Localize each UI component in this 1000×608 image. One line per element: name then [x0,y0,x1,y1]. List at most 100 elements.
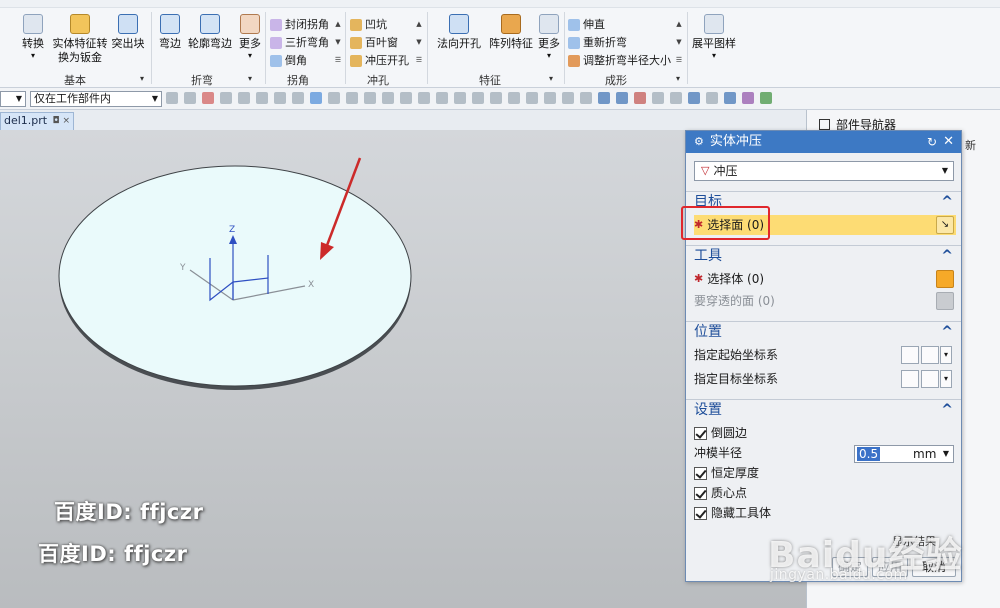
view-icon[interactable] [670,92,682,104]
snap-icon[interactable] [400,92,412,104]
csys-inferred-icon[interactable] [921,346,939,364]
view-icon[interactable] [760,92,772,104]
snap-icon[interactable] [436,92,448,104]
snap-icon[interactable] [220,92,232,104]
more-bend-button[interactable]: 更多 ▾ [236,14,264,61]
chamfer-item[interactable]: 倒角 [270,52,329,70]
constant-thickness-row[interactable]: 恒定厚度 [694,463,956,483]
centroid-row[interactable]: 质心点 [694,483,956,503]
snap-icon[interactable] [328,92,340,104]
form-scroll-up-icon[interactable]: ▲ [673,16,685,32]
unit-dropdown-icon[interactable]: ▼ [943,446,949,462]
constant-thickness-checkbox[interactable] [694,466,707,480]
hide-tool-row[interactable]: 隐藏工具体 [694,503,956,523]
corner-expand-icon[interactable]: ☰ [332,52,344,68]
snap-icon[interactable] [472,92,484,104]
more-feature-button[interactable]: 更多 ▾ [536,14,562,61]
punch-expand-icon[interactable]: ☰ [413,52,425,68]
snap-icon[interactable] [490,92,502,104]
solid-to-sheet-metal-button[interactable]: 实体特征转 换为钣金 [50,14,110,65]
snap-icon[interactable] [508,92,520,104]
collapse-chevron-icon[interactable]: ^ [941,246,953,266]
snap-icon[interactable] [346,92,358,104]
round-edges-row[interactable]: 倒圆边 [694,423,956,443]
die-radius-input[interactable]: 0.5 mm ▼ [854,445,954,463]
collapse-chevron-icon[interactable]: ^ [941,400,953,420]
close-icon[interactable]: ✕ [943,131,954,153]
tool-section-header[interactable]: 工具 ^ [686,245,961,265]
form-expand-icon[interactable]: ☰ [673,52,685,68]
closed-corner-item[interactable]: 封闭拐角 [270,16,329,34]
view-icon[interactable] [634,92,646,104]
extruded-tab-button[interactable]: 突出块 [108,14,148,51]
snap-icon[interactable] [454,92,466,104]
select-body-row[interactable]: ✱ 选择体 (0) [694,269,956,289]
view-icon[interactable] [616,92,628,104]
document-tab[interactable]: del1.prt ◘ × [0,112,74,130]
pierce-face-row[interactable]: 要穿透的面 (0) [694,291,956,311]
snap-icon[interactable] [382,92,394,104]
convert-button[interactable]: 转换 ▾ [18,14,48,61]
csys-dialog-icon[interactable] [901,346,919,364]
corner-scroll-down-icon[interactable]: ▼ [332,34,344,50]
punch-type-select[interactable]: ▽ 冲压 ▼ [694,161,954,181]
centroid-checkbox[interactable] [694,486,707,500]
view-icon[interactable] [724,92,736,104]
position-section-header[interactable]: 位置 ^ [686,321,961,341]
dialog-title-bar[interactable]: ⚙ 实体冲压 ↻ ✕ [686,131,961,153]
snap-icon[interactable] [544,92,556,104]
settings-section-header[interactable]: 设置 ^ [686,399,961,419]
punch-scroll-up-icon[interactable]: ▲ [413,16,425,32]
disc-face[interactable] [58,165,412,387]
snap-icon[interactable] [364,92,376,104]
csys-inferred-icon[interactable] [921,370,939,388]
view-icon[interactable] [652,92,664,104]
group-basic-menu-icon[interactable]: ▾ [140,74,144,83]
csys-dialog-icon[interactable] [901,370,919,388]
resize-bend-radius-item[interactable]: 调整折弯半径大小 [568,52,671,70]
flat-pattern-button[interactable]: 展平图样 ▾ [690,14,738,61]
snap-icon[interactable] [526,92,538,104]
contour-flange-button[interactable]: 轮廓弯边 [186,14,234,51]
selection-scope-select[interactable]: 仅在工作部件内 ▼ [30,91,162,107]
snap-icon[interactable] [166,92,178,104]
select-all-icon[interactable] [202,92,214,104]
snap-icon[interactable] [238,92,250,104]
snap-icon[interactable] [580,92,592,104]
group-feature-menu-icon[interactable]: ▾ [549,74,553,83]
body-select-cube-icon[interactable] [936,270,954,288]
filter-type-select[interactable]: ▼ [0,91,26,107]
three-bend-corner-item[interactable]: 三折弯角 [270,34,329,52]
reset-icon[interactable]: ↻ [927,131,937,153]
csys-dropdown-icon[interactable]: ▾ [940,346,952,364]
close-tab-icon[interactable]: ◘ × [52,113,70,129]
dimple-item[interactable]: 凹坑 [350,16,409,34]
form-scroll-down-icon[interactable]: ▼ [673,34,685,50]
group-form-menu-icon[interactable]: ▾ [676,74,680,83]
drawn-cutout-item[interactable]: 冲压开孔 [350,52,409,70]
snap-icon[interactable] [310,92,322,104]
view-icon[interactable] [706,92,718,104]
round-edges-checkbox[interactable] [694,426,707,440]
snap-icon[interactable] [562,92,574,104]
snap-icon[interactable] [292,92,304,104]
punch-scroll-down-icon[interactable]: ▼ [413,34,425,50]
unbend-item[interactable]: 伸直 [568,16,671,34]
snap-icon[interactable] [274,92,286,104]
snap-icon[interactable] [418,92,430,104]
collapse-chevron-icon[interactable]: ^ [941,192,953,212]
pattern-feature-button[interactable]: 阵列特征 [484,14,538,51]
snap-icon[interactable] [256,92,268,104]
group-bend-menu-icon[interactable]: ▾ [248,74,252,83]
csys-dropdown-icon[interactable]: ▾ [940,370,952,388]
corner-scroll-up-icon[interactable]: ▲ [332,16,344,32]
louver-item[interactable]: 百叶窗 [350,34,409,52]
normal-cutout-button[interactable]: 法向开孔 [432,14,486,51]
face-select-icon[interactable]: ↘ [936,216,954,234]
snap-icon[interactable] [184,92,196,104]
view-icon[interactable] [742,92,754,104]
pierce-face-cube-icon[interactable] [936,292,954,310]
collapse-chevron-icon[interactable]: ^ [941,322,953,342]
hide-tool-checkbox[interactable] [694,506,707,520]
view-icon[interactable] [598,92,610,104]
